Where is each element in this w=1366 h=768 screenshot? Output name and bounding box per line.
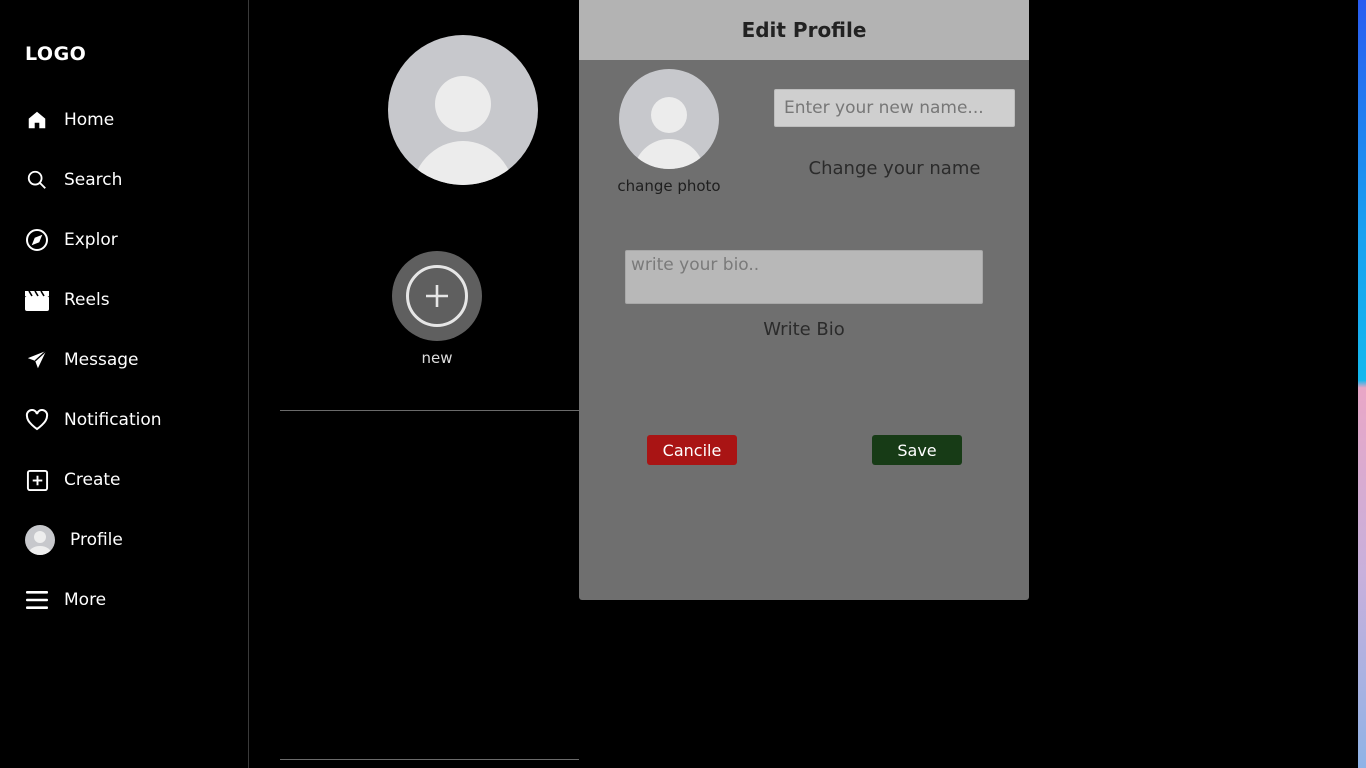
scrollbar[interactable]: [1358, 0, 1366, 768]
logo[interactable]: LOGO: [25, 43, 86, 65]
sidebar-item-label: Profile: [70, 530, 123, 550]
divider: [280, 410, 579, 411]
sidebar-item-explore[interactable]: Explor: [25, 225, 118, 255]
new-story-button[interactable]: [392, 251, 482, 341]
heart-icon: [25, 408, 49, 432]
clapperboard-icon: [25, 288, 49, 312]
sidebar-item-label: Create: [64, 470, 121, 490]
sidebar: LOGO Home Search Explor Reels Message No…: [0, 0, 249, 768]
sidebar-item-home[interactable]: Home: [25, 105, 114, 135]
sidebar-item-label: Home: [64, 110, 115, 130]
sidebar-item-reels[interactable]: Reels: [25, 285, 110, 315]
bio-input[interactable]: [625, 250, 983, 304]
search-icon: [25, 168, 49, 192]
sidebar-item-more[interactable]: More: [25, 585, 106, 615]
edit-profile-modal: Edit Profile change photo Change your na…: [579, 0, 1029, 600]
change-photo-link[interactable]: change photo: [599, 177, 739, 195]
menu-icon: [25, 588, 49, 612]
profile-picture[interactable]: [388, 35, 538, 185]
sidebar-item-message[interactable]: Message: [25, 345, 139, 375]
modal-title: Edit Profile: [579, 0, 1029, 60]
avatar: [25, 525, 55, 555]
sidebar-item-label: Message: [64, 350, 139, 370]
sidebar-item-label: Notification: [64, 410, 162, 430]
name-input[interactable]: [774, 89, 1015, 127]
sidebar-item-label: More: [64, 590, 107, 610]
sidebar-item-create[interactable]: Create: [25, 465, 121, 495]
cancel-button[interactable]: Cancile: [647, 435, 737, 465]
sidebar-item-notification[interactable]: Notification: [25, 405, 162, 435]
plus-square-icon: [25, 468, 49, 492]
divider: [280, 759, 579, 760]
sidebar-item-label: Explor: [64, 230, 118, 250]
compass-icon: [25, 228, 49, 252]
new-story-label: new: [421, 349, 453, 367]
name-label: Change your name: [808, 158, 981, 179]
bio-label: Write Bio: [763, 319, 845, 340]
sidebar-item-label: Search: [64, 170, 123, 190]
save-button[interactable]: Save: [872, 435, 962, 465]
sidebar-item-profile[interactable]: Profile: [25, 525, 123, 555]
home-icon: [25, 108, 49, 132]
modal-avatar[interactable]: [619, 69, 719, 169]
send-icon: [25, 348, 49, 372]
sidebar-item-search[interactable]: Search: [25, 165, 122, 195]
sidebar-item-label: Reels: [64, 290, 110, 310]
plus-icon: [406, 265, 468, 327]
